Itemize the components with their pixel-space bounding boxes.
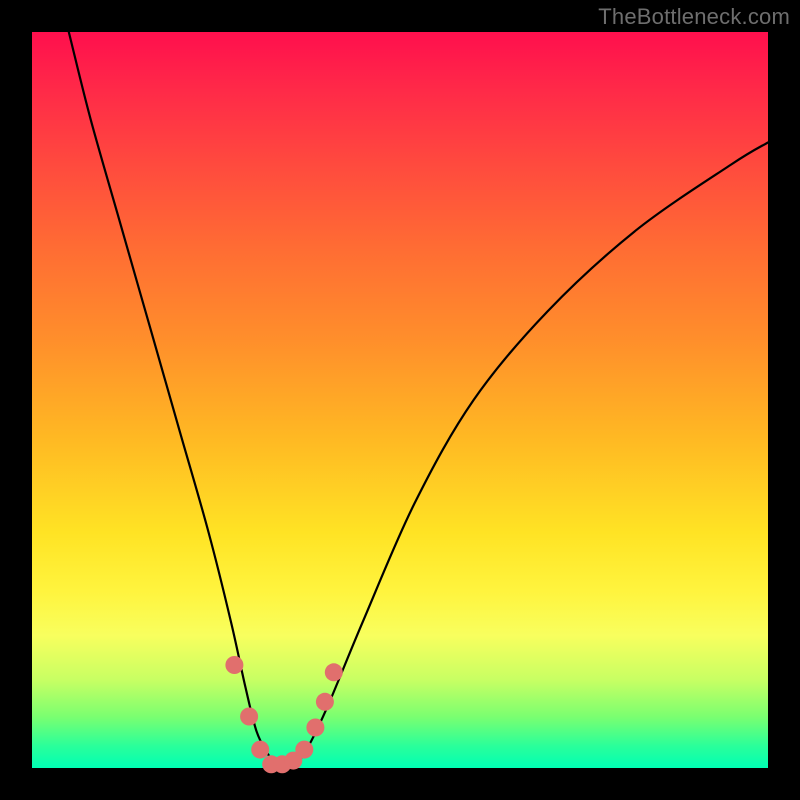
chart-svg (32, 32, 768, 768)
watermark-text: TheBottleneck.com (598, 4, 790, 30)
highlight-dot (316, 693, 334, 711)
chart-frame: TheBottleneck.com (0, 0, 800, 800)
highlight-dot (225, 656, 243, 674)
highlight-dot (325, 663, 343, 681)
highlight-dot (251, 741, 269, 759)
highlight-dot (240, 708, 258, 726)
bottleneck-curve (54, 0, 768, 770)
highlight-dot (295, 741, 313, 759)
highlight-dot (306, 719, 324, 737)
